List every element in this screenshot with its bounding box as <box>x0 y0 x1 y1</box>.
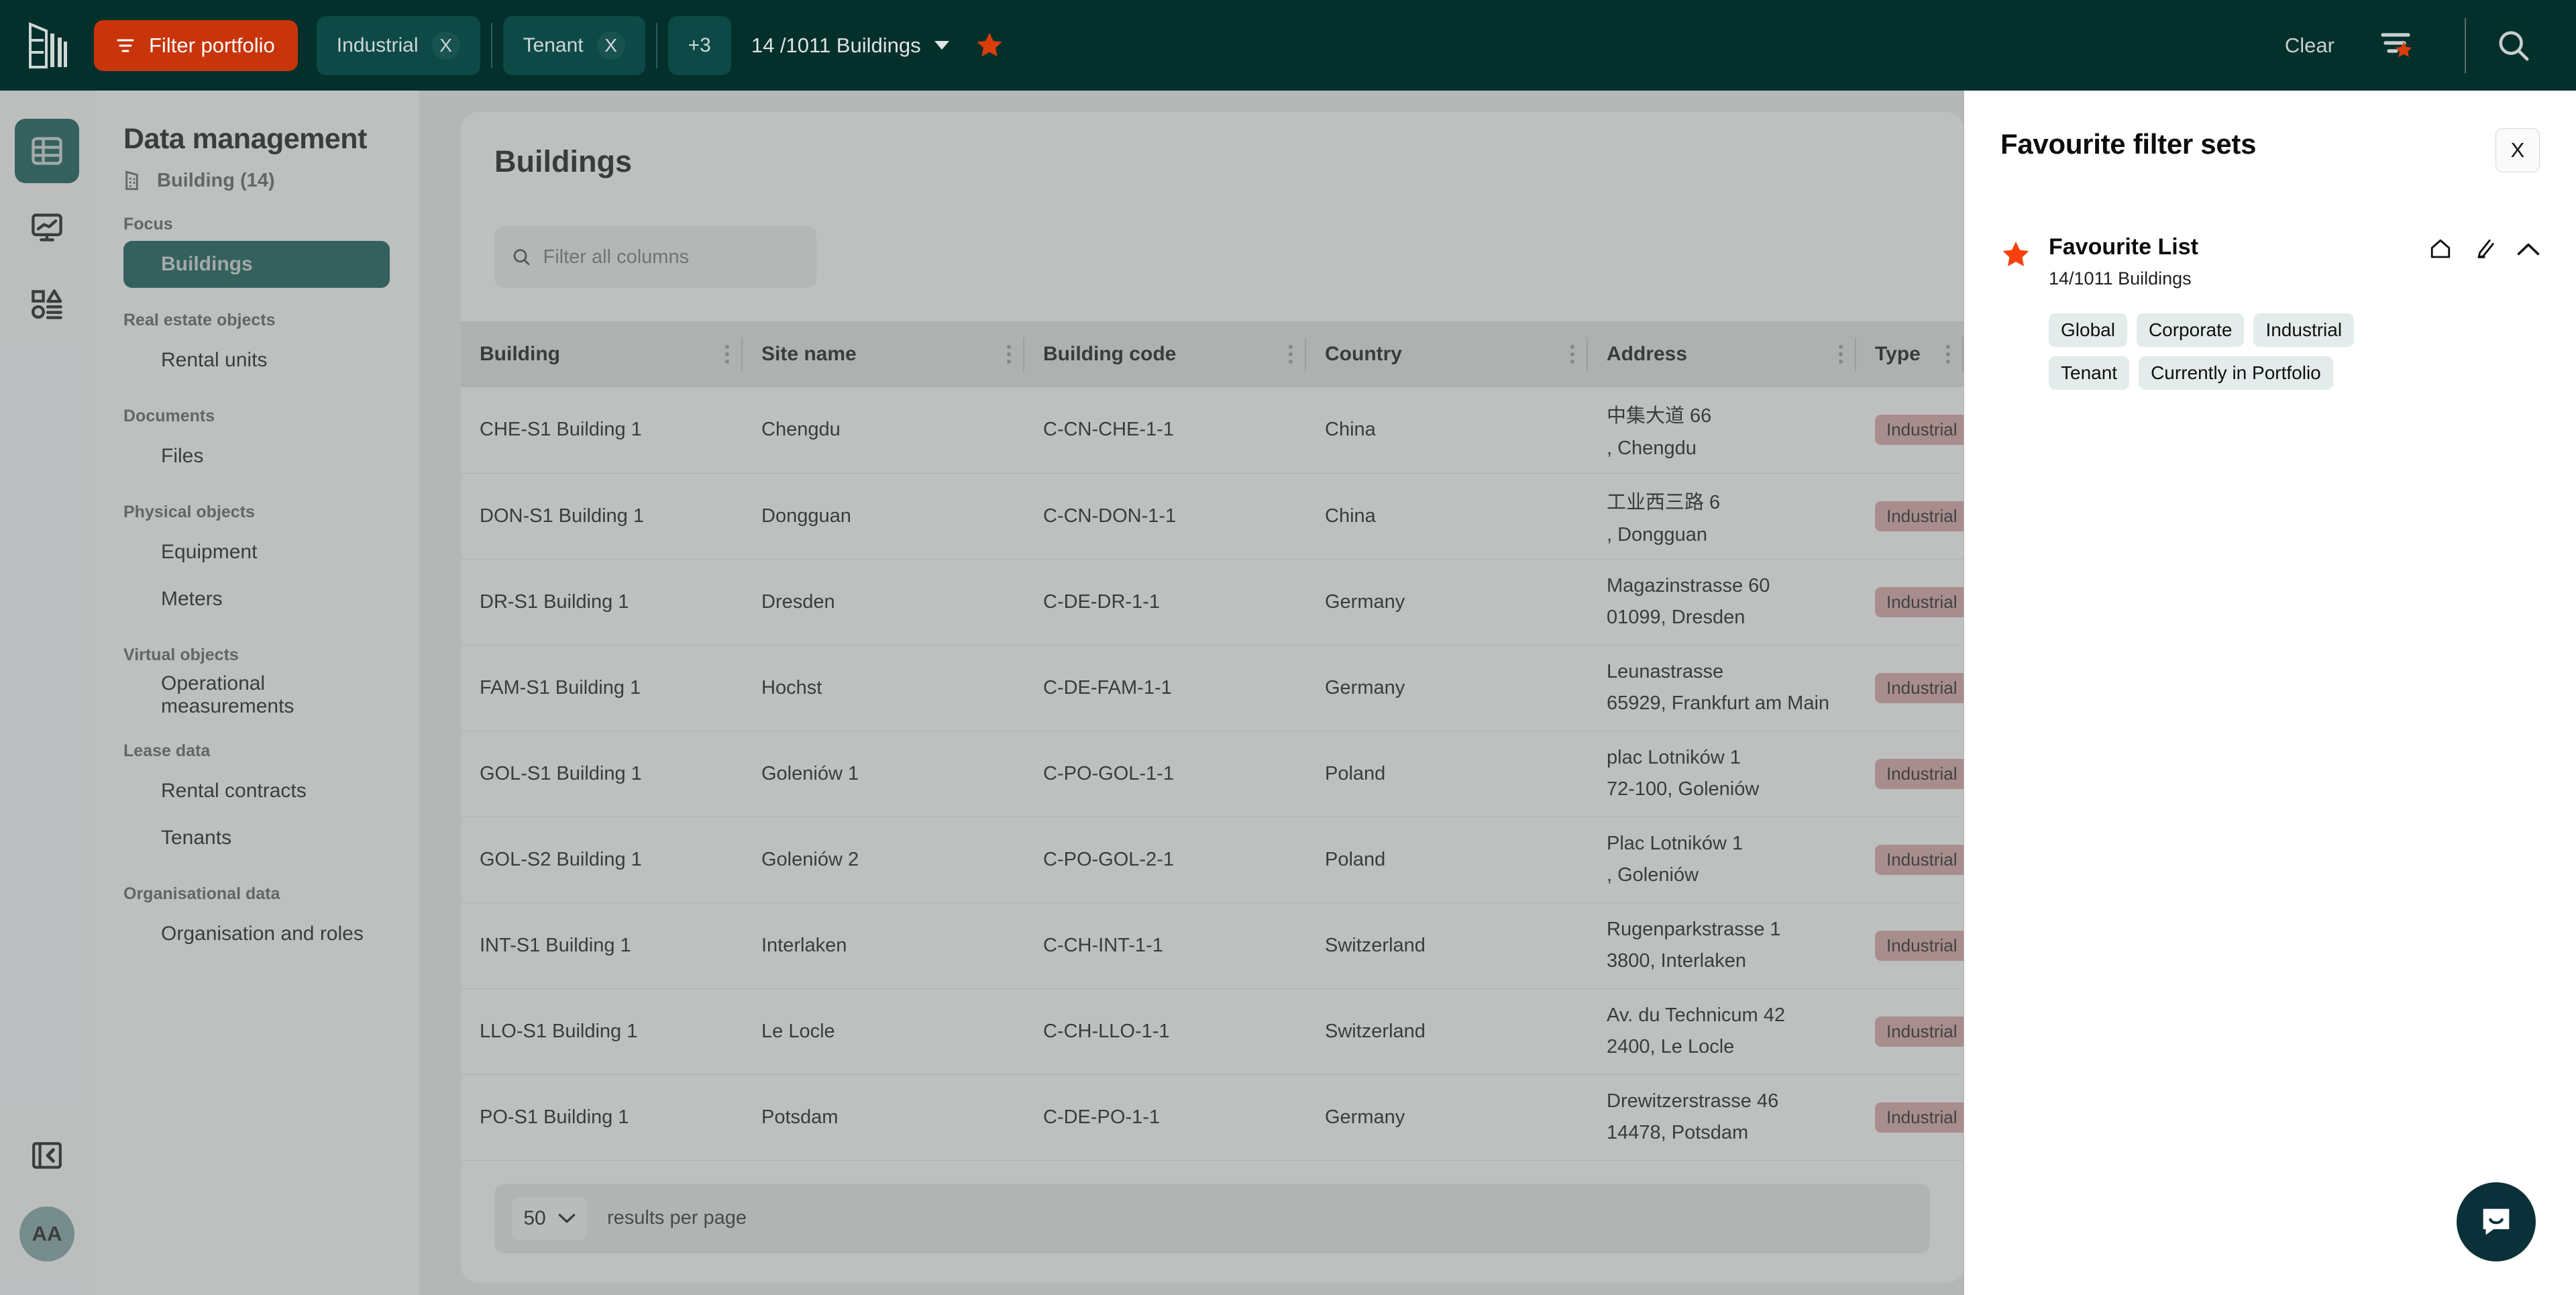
chip-divider <box>490 22 492 68</box>
favourite-set-count: 14/1011 Buildings <box>2049 268 2192 289</box>
favourite-set-top: Favourite List 14/1011 Buildings <box>2049 234 2540 289</box>
favourite-star-button[interactable] <box>975 31 1004 60</box>
app-root: Filter portfolio Industrial X Tenant X +… <box>0 0 2576 1295</box>
modal-dim-overlay[interactable] <box>0 91 1964 1295</box>
active-filter-chips: Industrial X Tenant X +3 <box>316 15 731 75</box>
chip-label: Industrial <box>336 34 419 56</box>
favourite-filter-sets-button[interactable] <box>2361 28 2434 63</box>
filter-chip-industrial[interactable]: Industrial X <box>316 15 480 75</box>
filter-portfolio-button[interactable]: Filter portfolio <box>94 19 298 71</box>
home-icon[interactable] <box>2428 237 2453 261</box>
favourite-set-tags: Global Corporate Industrial Tenant Curre… <box>2049 313 2371 390</box>
filter-tag[interactable]: Tenant <box>2049 356 2130 390</box>
chip-label: Tenant <box>523 34 584 56</box>
buildings-count-label: 14 /1011 Buildings <box>751 33 921 57</box>
favourite-filter-sets-panel: Favourite filter sets X Favourite List 1… <box>1964 91 2576 1295</box>
favourite-set-item: Favourite List 14/1011 Buildings Global … <box>2000 234 2540 390</box>
chip-remove-icon[interactable]: X <box>431 31 460 60</box>
favourite-star-toggle[interactable] <box>2000 234 2031 390</box>
search-icon <box>2499 30 2529 60</box>
app-logo[interactable] <box>0 0 94 91</box>
top-bar: Filter portfolio Industrial X Tenant X +… <box>0 0 2576 91</box>
favourite-set-text: Favourite List 14/1011 Buildings <box>2049 234 2198 289</box>
chip-divider <box>655 22 657 68</box>
clear-filters-button[interactable]: Clear <box>2258 34 2361 58</box>
filter-chip-tenant[interactable]: Tenant X <box>502 15 645 75</box>
close-panel-button[interactable]: X <box>2496 128 2540 172</box>
chip-remove-icon[interactable]: X <box>596 31 625 60</box>
global-search-button[interactable] <box>2497 29 2537 62</box>
toolbar-divider <box>2465 17 2466 73</box>
favourite-set-actions <box>2428 234 2540 261</box>
filter-portfolio-label: Filter portfolio <box>149 33 275 57</box>
star-filled-icon <box>2002 242 2029 266</box>
buildings-count-selector[interactable]: 14 /1011 Buildings <box>751 34 949 58</box>
filter-tag[interactable]: Global <box>2049 313 2127 347</box>
filter-tag[interactable]: Industrial <box>2253 313 2355 347</box>
filter-lines-icon <box>117 37 134 54</box>
more-filters-chip[interactable]: +3 <box>667 15 731 75</box>
chat-widget-button[interactable] <box>2457 1182 2536 1261</box>
edit-pencil-icon[interactable] <box>2473 237 2497 261</box>
building-logo-icon <box>29 21 67 68</box>
panel-title: Favourite filter sets <box>2000 128 2257 160</box>
filter-tag[interactable]: Currently in Portfolio <box>2139 356 2333 390</box>
filter-tag[interactable]: Corporate <box>2136 313 2245 347</box>
chevron-down-icon <box>934 41 949 50</box>
star-filled-icon <box>977 32 1002 56</box>
filter-star-icon <box>2381 32 2412 57</box>
chat-bubble-icon <box>2483 1208 2510 1235</box>
chevron-up-icon[interactable] <box>2517 242 2540 256</box>
top-bar-actions: Clear <box>2258 17 2537 73</box>
favourite-set-name: Favourite List <box>2049 234 2198 260</box>
panel-header: Favourite filter sets X <box>2000 128 2540 172</box>
favourite-set-body: Favourite List 14/1011 Buildings Global … <box>2049 234 2540 390</box>
